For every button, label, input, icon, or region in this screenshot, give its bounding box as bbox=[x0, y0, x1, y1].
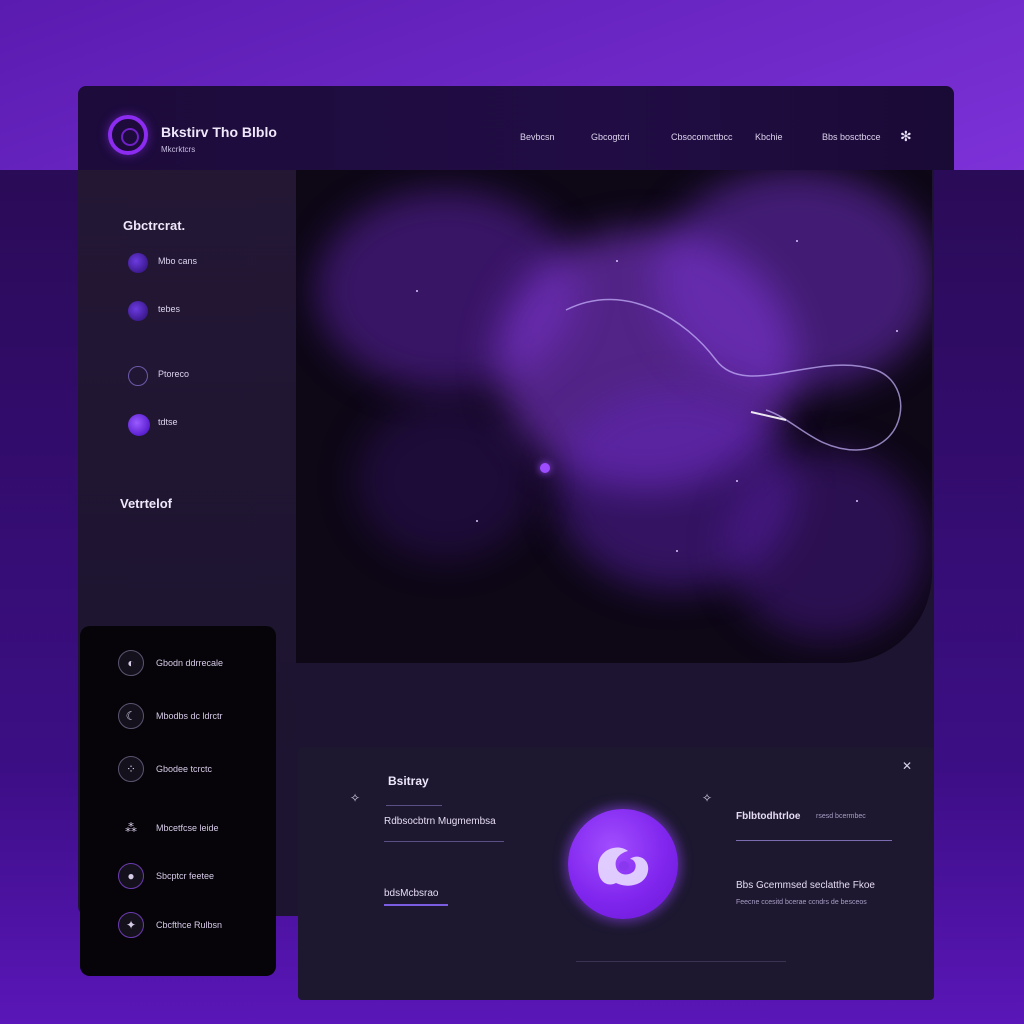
list-item[interactable]: ● Sbcptcr feetee bbox=[118, 863, 268, 889]
moon-icon: ☾ bbox=[118, 703, 144, 729]
sparkle-icon: ✧ bbox=[702, 791, 713, 805]
divider bbox=[576, 961, 786, 962]
nav-item-5[interactable]: Bbs bosctbcce bbox=[822, 132, 881, 142]
sparkle-cluster-icon: ⁂ bbox=[125, 821, 137, 835]
sidebar-item-label: tdtse bbox=[158, 417, 178, 427]
list-item-label: Gbodee tcrctc bbox=[156, 764, 213, 774]
planet-icon: ● bbox=[118, 863, 144, 889]
orb-button[interactable] bbox=[558, 799, 688, 929]
list-item-label: Cbcfthce Rulbsn bbox=[156, 920, 223, 930]
right-small-text: Feecne ccesitd bcerae ccndrs de besceos bbox=[736, 899, 867, 906]
right-hint: rsesd bcermbec bbox=[816, 813, 866, 820]
logo-icon[interactable] bbox=[108, 115, 148, 155]
sidebar-item-2[interactable]: tebes bbox=[128, 299, 278, 323]
list-item[interactable]: ⁂ Mbcetfcse leide bbox=[118, 815, 268, 841]
dot-icon bbox=[128, 301, 148, 321]
list-item[interactable]: ◐ Gbodn ddrrecale bbox=[118, 650, 268, 676]
sidebar-item-1[interactable]: Mbo cans bbox=[128, 251, 278, 275]
list-panel: ◐ Gbodn ddrrecale ☾ Mbodbs dc ldrctr ⁘ G… bbox=[80, 626, 276, 976]
sidebar-item-label: tebes bbox=[158, 304, 181, 314]
card-title: Bsitray bbox=[388, 774, 429, 788]
sidebar-item-label: Ptoreco bbox=[158, 369, 190, 379]
sidebar-item-label: Mbo cans bbox=[158, 256, 198, 266]
nav-item-2[interactable]: Gbcogtcri bbox=[591, 132, 630, 142]
list-item[interactable]: ⁘ Gbodee tcrctc bbox=[118, 756, 268, 782]
swirl-logo-icon bbox=[598, 847, 649, 886]
header-bar: Bkstirv Tho Blblo Mkcrktcrs Bevbcsn Gbco… bbox=[78, 86, 954, 170]
dots-cluster-icon: ⁘ bbox=[118, 756, 144, 782]
gear-icon[interactable]: ✻ bbox=[900, 128, 912, 145]
sparkle-icon: ✧ bbox=[350, 791, 361, 805]
list-item-label: Gbodn ddrrecale bbox=[156, 658, 224, 668]
sidebar-section-title-2: Vetrtelof bbox=[120, 496, 173, 511]
sidebar-item-3[interactable]: Ptoreco bbox=[128, 364, 278, 388]
right-label: Fblbtodhtrloe bbox=[736, 811, 801, 822]
nav-item-3[interactable]: Cbsocomcttbcc bbox=[671, 132, 733, 142]
field-input[interactable] bbox=[736, 840, 892, 841]
orb bbox=[568, 809, 678, 919]
field-label: bdsMcbsrao bbox=[384, 888, 439, 899]
nav-item-4[interactable]: Kbchie bbox=[755, 132, 783, 142]
star-icon: ✦ bbox=[118, 912, 144, 938]
right-text: Bbs Gcemmsed seclatthe Fkoe bbox=[736, 880, 875, 891]
app-subtitle: Mkcrktcrs bbox=[161, 145, 196, 154]
app-window: Bkstirv Tho Blblo Mkcrktcrs Bevbcsn Gbco… bbox=[78, 86, 954, 1000]
list-item[interactable]: ✦ Cbcfthce Rulbsn bbox=[118, 912, 268, 938]
sidebar-section-title: Gbctrcrat. bbox=[123, 218, 186, 233]
list-item-label: Sbcptcr feetee bbox=[156, 871, 215, 881]
main-area: Gbctrcrat. Mbo cans tebes Ptoreco tdtse … bbox=[78, 170, 934, 1000]
ring-icon bbox=[128, 366, 148, 386]
app-title: Bkstirv Tho Blblo bbox=[161, 124, 277, 140]
detail-card: Bsitray ✧ ✧ ✕ Rdbsocbtrn Mugmembsa bdsMc… bbox=[298, 747, 934, 1000]
list-item-label: Mbodbs dc ldrctr bbox=[156, 711, 223, 721]
field-underline bbox=[384, 904, 448, 906]
dot-icon bbox=[128, 253, 148, 273]
close-icon[interactable]: ✕ bbox=[902, 759, 912, 773]
orbit-icon: ◐ bbox=[118, 650, 144, 676]
list-item[interactable]: ☾ Mbodbs dc ldrctr bbox=[118, 703, 268, 729]
sidebar-item-4[interactable]: tdtse bbox=[128, 412, 278, 436]
planet-dot bbox=[540, 463, 550, 473]
list-item-label: Mbcetfcse leide bbox=[156, 823, 219, 833]
hero-image bbox=[296, 170, 932, 663]
field-label: Rdbsocbtrn Mugmembsa bbox=[384, 816, 496, 827]
dot-icon bbox=[128, 414, 150, 436]
divider bbox=[386, 805, 442, 806]
field-input[interactable] bbox=[384, 841, 504, 842]
nav-item-1[interactable]: Bevbcsn bbox=[520, 132, 555, 142]
comet-trail-icon bbox=[565, 298, 902, 451]
